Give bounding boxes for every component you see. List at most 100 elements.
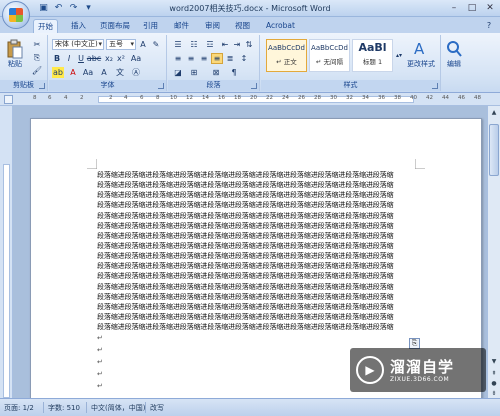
status-divider <box>43 402 44 413</box>
char-border-icon[interactable]: A <box>98 67 110 78</box>
tab-mailings[interactable]: 邮件 <box>170 19 193 33</box>
bullets-icon[interactable]: ☰ <box>172 39 184 50</box>
decrease-indent-icon[interactable]: ⇤ <box>220 39 230 50</box>
distributed-icon[interactable]: ≣ <box>224 53 236 64</box>
phonetic-guide-icon[interactable]: 文 <box>114 67 126 78</box>
cut-icon[interactable]: ✂ <box>31 39 43 50</box>
font-group: 宋体 (中文正) 五号 A ✎ B I U abc x₂ x² Aa ab A … <box>49 35 167 91</box>
watermark: ▶ 溜溜自学 ZIXUE.3D66.COM <box>350 348 486 392</box>
watermark-title: 溜溜自学 <box>390 357 455 376</box>
find-icon <box>447 41 462 57</box>
line-spacing-icon[interactable]: ↕ <box>238 53 250 64</box>
vertical-ruler[interactable] <box>0 106 13 398</box>
status-page[interactable]: 页面: 1/2 <box>4 403 34 413</box>
tab-home[interactable]: 开始 <box>33 19 58 33</box>
tab-page-layout[interactable]: 页面布局 <box>96 19 134 33</box>
text-line: 段落缩进段落缩进段落缩进段落缩进段落缩进段落缩进段落缩进段落缩进段落缩进段落缩进… <box>97 301 394 311</box>
scroll-up-icon[interactable]: ▲ <box>489 107 499 117</box>
numbering-icon[interactable]: ☷ <box>188 39 200 50</box>
next-page-icon[interactable]: ⇟ <box>489 388 499 398</box>
borders-icon[interactable]: ⊞ <box>188 67 200 78</box>
ruler-number: 6 <box>48 95 52 101</box>
status-language[interactable]: 中文(简体，中国) <box>91 403 145 413</box>
bold-icon[interactable]: B <box>52 53 62 64</box>
scrollbar-thumb[interactable] <box>489 124 499 176</box>
svg-text:A: A <box>414 40 425 58</box>
office-button[interactable] <box>2 1 30 29</box>
show-marks-icon[interactable]: ¶ <box>228 67 240 78</box>
vertical-scrollbar[interactable]: ▲ ▼ ⇞ ● ⇟ <box>487 106 500 398</box>
align-right-icon[interactable]: ≡ <box>198 53 210 64</box>
shading-icon[interactable]: ◪ <box>172 67 184 78</box>
tab-acrobat[interactable]: Acrobat <box>262 19 299 33</box>
tab-selector-icon[interactable] <box>4 95 13 104</box>
minimize-button[interactable]: – <box>448 2 460 13</box>
italic-icon[interactable]: I <box>64 53 74 64</box>
paste-button[interactable]: 粘贴 <box>6 39 24 69</box>
justify-icon[interactable]: ≡ <box>211 53 223 64</box>
styles-launcher-icon[interactable] <box>432 83 438 89</box>
text-line: 段落缩进段落缩进段落缩进段落缩进段落缩进段落缩进段落缩进段落缩进段落缩进段落缩进… <box>97 261 394 271</box>
format-painter-icon[interactable]: 🖌 <box>31 65 43 76</box>
ruler-number: 34 <box>362 95 369 101</box>
text-line: 段落缩进段落缩进段落缩进段落缩进段落缩进段落缩进段落缩进段落缩进段落缩进段落缩进… <box>97 230 394 240</box>
status-word-count[interactable]: 字数: 510 <box>48 403 80 413</box>
text-line: 段落缩进段落缩进段落缩进段落缩进段落缩进段落缩进段落缩进段落缩进段落缩进段落缩进… <box>97 240 394 250</box>
style-normal[interactable]: AaBbCcDd ↵ 正文 <box>266 39 307 72</box>
editing-button[interactable]: 编辑 <box>445 39 463 69</box>
ribbon: 粘贴 ✂ ⎘ 🖌 剪贴板 宋体 (中文正) 五号 A ✎ B I U abc x… <box>0 33 500 93</box>
highlight-icon[interactable]: ab <box>52 67 64 78</box>
subscript-icon[interactable]: x₂ <box>104 53 114 64</box>
grow-font-icon[interactable]: A <box>138 39 148 50</box>
document-text[interactable]: 段落缩进段落缩进段落缩进段落缩进段落缩进段落缩进段落缩进段落缩进段落缩进段落缩进… <box>97 170 415 332</box>
tab-review[interactable]: 审阅 <box>201 19 224 33</box>
help-icon[interactable]: ? <box>484 20 494 31</box>
sort-icon[interactable]: ⇅ <box>244 39 254 50</box>
change-styles-icon: A <box>414 40 425 58</box>
char-shading-icon[interactable]: Aa <box>82 67 94 78</box>
ruler-number: 46 <box>458 95 465 101</box>
watermark-subtitle: ZIXUE.3D66.COM <box>390 375 450 383</box>
font-size-combo[interactable]: 五号 <box>106 39 136 50</box>
align-left-icon[interactable]: ≡ <box>172 53 184 64</box>
tab-references[interactable]: 引用 <box>139 19 162 33</box>
font-color-icon[interactable]: A <box>68 67 78 78</box>
clear-format-icon[interactable]: ✎ <box>150 39 162 50</box>
horizontal-ruler[interactable]: 8 6 4 2 2 4 6 8 10 12 14 16 18 20 22 24 … <box>0 93 500 106</box>
ruler-number: 36 <box>378 95 385 101</box>
underline-icon[interactable]: U <box>76 53 86 64</box>
multilevel-list-icon[interactable]: ☲ <box>204 39 216 50</box>
tab-insert[interactable]: 插入 <box>67 19 90 33</box>
font-launcher-icon[interactable] <box>158 83 164 89</box>
copy-icon[interactable]: ⎘ <box>31 52 43 63</box>
window-controls: – □ ✕ <box>448 2 496 13</box>
style-no-spacing[interactable]: AaBbCcDd ↵ 无间隔 <box>309 39 350 72</box>
superscript-icon[interactable]: x² <box>116 53 126 64</box>
styles-group: AaBbCcDd ↵ 正文 AaBbCcDd ↵ 无间隔 AaBl 标题 1 ▴… <box>261 35 441 91</box>
maximize-button[interactable]: □ <box>466 2 478 13</box>
paragraph-launcher-icon[interactable] <box>251 83 257 89</box>
align-center-icon[interactable]: ≡ <box>185 53 197 64</box>
browse-object-icon[interactable]: ● <box>489 378 499 388</box>
scroll-down-icon[interactable]: ▼ <box>489 356 499 366</box>
styles-scroll-icon[interactable]: ▴▾ <box>395 39 403 72</box>
font-name-combo[interactable]: 宋体 (中文正) <box>52 39 104 50</box>
play-logo-icon: ▶ <box>356 356 384 384</box>
increase-indent-icon[interactable]: ⇥ <box>232 39 242 50</box>
style-heading-1-sample: AaBl <box>358 41 387 54</box>
previous-page-icon[interactable]: ⇞ <box>489 368 499 378</box>
strikethrough-icon[interactable]: abc <box>87 53 101 64</box>
status-overtype-mode[interactable]: 改写 <box>150 403 164 413</box>
style-heading-1[interactable]: AaBl 标题 1 <box>352 39 393 72</box>
tab-view[interactable]: 视图 <box>231 19 254 33</box>
close-button[interactable]: ✕ <box>484 2 496 13</box>
paragraph-mark: ↵ <box>97 346 103 354</box>
paragraph-mark: ↵ <box>97 370 103 378</box>
clipboard-launcher-icon[interactable] <box>39 83 45 89</box>
text-line: 段落缩进段落缩进段落缩进段落缩进段落缩进段落缩进段落缩进段落缩进段落缩进段落缩进… <box>97 180 394 190</box>
chinese-layout-icon[interactable]: ⊠ <box>210 67 222 78</box>
change-case-icon[interactable]: Aa <box>130 53 142 64</box>
enclose-char-icon[interactable]: Ⓐ <box>130 67 142 78</box>
change-styles-button[interactable]: A 更改样式 <box>407 39 435 69</box>
text-line: 段落缩进段落缩进段落缩进段落缩进段落缩进段落缩进段落缩进段落缩进段落缩进段落缩进… <box>97 190 394 200</box>
